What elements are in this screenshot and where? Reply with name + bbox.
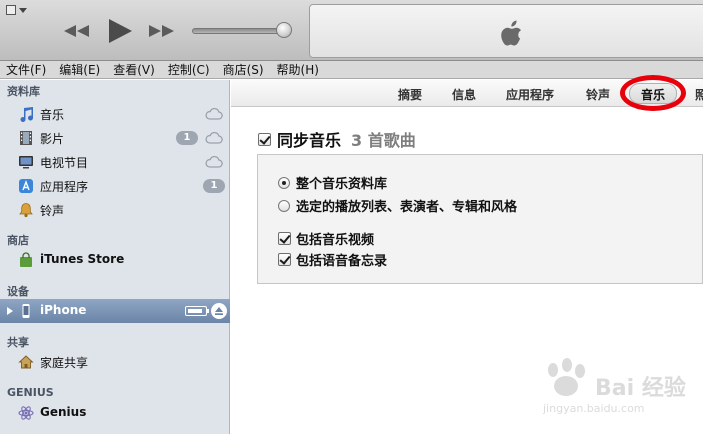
- option-entire-library[interactable]: 整个音乐资料库: [278, 173, 387, 192]
- sidebar-header-genius: GENIUS: [7, 386, 54, 399]
- window-menu-button[interactable]: [6, 4, 32, 18]
- sync-music-header: 同步音乐 3 首歌曲: [258, 128, 416, 150]
- option-label: 包括音乐视频: [296, 233, 375, 248]
- sidebar-header-devices: 设备: [7, 285, 29, 298]
- sidebar-item-ringtones[interactable]: 铃声: [0, 198, 230, 222]
- tv-icon: [19, 156, 33, 169]
- watermark: Bai 经验 jingyan.baidu.com: [535, 356, 695, 426]
- cloud-icon: [205, 156, 223, 168]
- cloud-icon: [205, 108, 223, 120]
- iphone-icon: [22, 304, 30, 318]
- sidebar-item-movies[interactable]: 影片 1: [0, 126, 230, 150]
- sidebar-item-music[interactable]: 音乐: [0, 102, 230, 126]
- home-icon: [18, 355, 34, 369]
- caret-down-icon: [19, 8, 27, 13]
- option-include-videos[interactable]: 包括音乐视频: [278, 229, 374, 248]
- next-track-button[interactable]: [146, 14, 176, 48]
- sidebar-item-label: 应用程序: [40, 180, 89, 194]
- volume-slider[interactable]: [192, 22, 292, 38]
- toolbar: [0, 0, 703, 61]
- menu-bar: 文件(F) 编辑(E) 查看(V) 控制(C) 商店(S) 帮助(H): [0, 61, 703, 79]
- sidebar-item-genius[interactable]: Genius: [0, 401, 230, 425]
- selected-items-radio[interactable]: [278, 199, 290, 212]
- option-label: 整个音乐资料库: [296, 177, 388, 192]
- sidebar-header-library: 资料库: [7, 85, 40, 98]
- option-selected-items[interactable]: 选定的播放列表、表演者、专辑和风格: [278, 196, 517, 215]
- include-voice-memos-checkbox[interactable]: [278, 253, 291, 266]
- sidebar-item-label: 电视节目: [40, 156, 89, 170]
- include-videos-checkbox[interactable]: [278, 232, 291, 245]
- entire-library-radio[interactable]: [278, 176, 290, 189]
- watermark-url: jingyan.baidu.com: [543, 402, 645, 415]
- highlight-circle-annotation: [620, 75, 686, 111]
- sync-music-checkbox[interactable]: [258, 132, 271, 146]
- count-badge: 1: [176, 131, 198, 145]
- battery-icon: [185, 306, 209, 316]
- sync-music-title: 同步音乐: [277, 131, 342, 150]
- tab-apps[interactable]: 应用程序: [506, 86, 554, 103]
- disclosure-triangle-icon[interactable]: [7, 307, 13, 315]
- sidebar-item-label: 影片: [40, 132, 65, 146]
- option-include-voice-memos[interactable]: 包括语音备忘录: [278, 250, 387, 269]
- paw-logo-icon: [548, 358, 585, 396]
- sidebar-item-tv-shows[interactable]: 电视节目: [0, 150, 230, 174]
- count-badge: 1: [203, 179, 225, 193]
- rewind-icon: [64, 25, 89, 37]
- sidebar-item-label: iTunes Store: [40, 252, 125, 266]
- menu-edit[interactable]: 编辑(E): [59, 61, 100, 78]
- option-label: 包括语音备忘录: [296, 254, 388, 269]
- sidebar-item-iphone[interactable]: iPhone: [0, 299, 230, 323]
- menu-help[interactable]: 帮助(H): [277, 61, 319, 78]
- sidebar-item-itunes-store[interactable]: iTunes Store: [0, 248, 230, 272]
- song-count: 3 首歌曲: [351, 131, 416, 150]
- sidebar-item-apps[interactable]: 应用程序 1: [0, 174, 230, 198]
- fast-forward-icon: [149, 25, 174, 37]
- status-display: [309, 4, 703, 58]
- film-icon: [20, 131, 32, 145]
- genius-atom-icon: [18, 406, 34, 420]
- bell-icon: [19, 203, 33, 218]
- menu-file[interactable]: 文件(F): [6, 61, 46, 78]
- volume-track: [192, 28, 288, 34]
- cloud-icon: [205, 132, 223, 144]
- window-icon: [6, 5, 16, 15]
- option-label: 选定的播放列表、表演者、专辑和风格: [296, 200, 518, 215]
- play-icon: [109, 19, 132, 43]
- menu-view[interactable]: 查看(V): [113, 61, 155, 78]
- tab-info[interactable]: 信息: [452, 86, 476, 103]
- app-store-icon: [19, 179, 33, 193]
- sidebar: 资料库 音乐 影片 1 电视节目 应用程序 1 铃声 商店 iTunes Sto…: [0, 80, 230, 434]
- sidebar-item-label: Genius: [40, 405, 87, 419]
- sidebar-item-home-sharing[interactable]: 家庭共享: [0, 350, 230, 374]
- menu-store[interactable]: 商店(S): [223, 61, 264, 78]
- sidebar-header-store: 商店: [7, 234, 29, 247]
- music-note-icon: [20, 107, 33, 122]
- sidebar-header-shared: 共享: [7, 336, 29, 349]
- sidebar-item-label: 音乐: [40, 108, 65, 122]
- sidebar-item-label: 家庭共享: [40, 356, 89, 370]
- device-tab-bar: 摘要 信息 应用程序 铃声 音乐 照: [231, 75, 703, 111]
- tab-ringtones[interactable]: 铃声: [586, 86, 610, 103]
- eject-icon: [215, 307, 223, 315]
- eject-button[interactable]: [211, 303, 227, 319]
- previous-track-button[interactable]: [62, 14, 92, 48]
- sidebar-item-label: iPhone: [40, 303, 87, 317]
- tab-summary[interactable]: 摘要: [398, 86, 422, 103]
- sidebar-item-label: 铃声: [40, 204, 65, 218]
- menu-controls[interactable]: 控制(C): [168, 61, 210, 78]
- apple-logo-icon: [501, 20, 521, 46]
- store-bag-icon: [20, 252, 32, 267]
- play-button[interactable]: [105, 14, 135, 48]
- watermark-text: Bai 经验: [595, 376, 686, 401]
- volume-knob[interactable]: [276, 22, 292, 38]
- tab-photos[interactable]: 照: [695, 86, 703, 103]
- sync-options-panel: 整个音乐资料库 选定的播放列表、表演者、专辑和风格 包括音乐视频 包括语音备忘录: [257, 154, 703, 284]
